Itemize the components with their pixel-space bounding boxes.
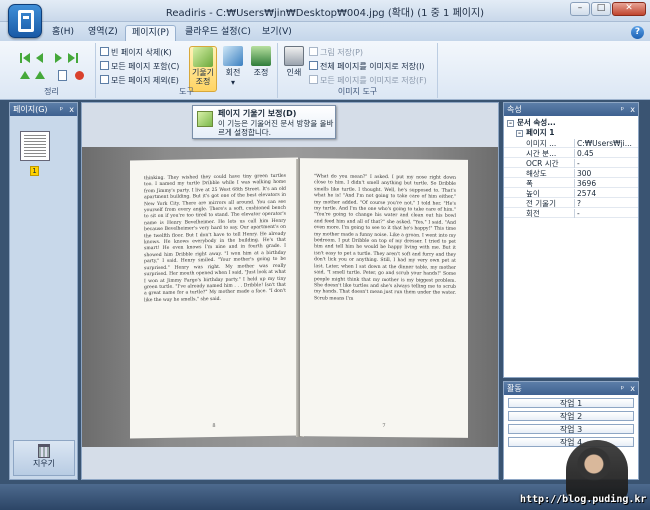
- images-save-icon: [309, 75, 318, 84]
- property-row[interactable]: 전 기울기?: [504, 199, 638, 208]
- page-exclude-icon: [100, 75, 109, 84]
- close-icon[interactable]: x: [630, 382, 635, 395]
- left-page: thinking. They wished they could have ti…: [130, 157, 298, 439]
- property-row[interactable]: 회전 -: [504, 209, 638, 218]
- left-page-text: thinking. They wished they could have ti…: [144, 173, 286, 303]
- maximize-button[interactable]: □: [591, 2, 611, 16]
- title-bar: Readiris - C:₩Users₩jin₩Desktop₩004.jpg …: [0, 0, 650, 22]
- last-page-icon[interactable]: [68, 53, 75, 63]
- readiris-logo-icon: [18, 10, 34, 32]
- tab-cloud-settings[interactable]: 클라우드 설정(C): [179, 25, 257, 41]
- group-label-image-tools: 이미지 도구: [337, 87, 378, 96]
- move-up-icon[interactable]: [20, 71, 30, 79]
- page-delete-icon: [100, 47, 109, 56]
- document-canvas[interactable]: thinking. They wished they could have ti…: [81, 102, 499, 480]
- close-icon[interactable]: x: [630, 103, 635, 116]
- tab-zone[interactable]: 영역(Z): [82, 25, 124, 41]
- blog-watermark: http://blog.puding.kr: [520, 494, 647, 505]
- save-all-pages-button[interactable]: 전체 페이지를 이미지로 저장(I): [309, 61, 425, 73]
- properties-panel-header: 속성 ᵖ x: [504, 103, 638, 116]
- group-label-nav: 정리: [44, 87, 59, 96]
- property-row[interactable]: 이미지 ... C:₩Users₩ji...: [504, 139, 638, 148]
- right-page: "What do you mean?" I asked. I put my no…: [300, 158, 468, 438]
- page-number-badge: 1: [30, 166, 39, 176]
- property-row[interactable]: OCR 시간 -: [504, 159, 638, 168]
- collapse-icon[interactable]: –: [516, 130, 523, 137]
- adjust-icon: [251, 46, 271, 66]
- deskew-icon: [193, 47, 213, 67]
- save-image-button[interactable]: 그림 저장(P): [309, 47, 363, 59]
- pages-panel: 페이지(G) ᵖ x 1 지우기: [9, 102, 78, 480]
- printer-icon: [284, 46, 304, 66]
- ribbon-group-image-tools: 인쇄 그림 저장(P) 전체 페이지를 이미지로 저장(I) 모든 페이지를 이…: [278, 43, 438, 98]
- tab-view[interactable]: 보기(V): [256, 25, 298, 41]
- page-icon[interactable]: [58, 70, 67, 81]
- page-thumbnail[interactable]: [20, 131, 50, 161]
- right-page-text: "What do you mean?" I asked. I put my no…: [314, 174, 456, 302]
- group-label-tools: 도구: [179, 87, 194, 96]
- first-page-icon[interactable]: [23, 53, 30, 63]
- photographer-avatar: [566, 440, 628, 500]
- deskew-icon: [197, 111, 213, 127]
- delete-page-button[interactable]: 지우기: [13, 440, 75, 476]
- property-row[interactable]: 폭 3696: [504, 179, 638, 188]
- help-icon[interactable]: ?: [631, 26, 644, 39]
- pin-icon[interactable]: ᵖ: [60, 103, 63, 116]
- pages-panel-header: 페이지(G) ᵖ x: [10, 103, 77, 116]
- left-page-number: 8: [212, 422, 216, 430]
- pin-icon[interactable]: ᵖ: [621, 382, 624, 395]
- ribbon: 정리 빈 페이지 삭제(K) 모든 페이지 포함(C) 모든 페이지 제외(E)…: [0, 41, 650, 100]
- close-icon[interactable]: x: [69, 103, 74, 116]
- tab-page[interactable]: 페이지(P): [125, 25, 177, 41]
- property-row[interactable]: 시간 분... 0.45: [504, 149, 638, 158]
- ribbon-tabs: 홈(H) 영역(Z) 페이지(P) 클라우드 설정(C) 보기(V) ?: [0, 22, 650, 41]
- scanned-image: thinking. They wished they could have ti…: [82, 147, 498, 447]
- close-button[interactable]: ✕: [612, 2, 646, 16]
- rotate-icon: [223, 46, 243, 66]
- pages-save-icon: [309, 61, 318, 70]
- previous-page-icon[interactable]: [36, 53, 43, 63]
- tooltip-description: 이 기능은 기울어진 문서 방향을 올바르게 설정합니다.: [218, 119, 334, 137]
- right-page-number: 7: [382, 422, 386, 430]
- pin-icon[interactable]: ᵖ: [621, 103, 624, 116]
- minimize-button[interactable]: –: [570, 2, 590, 16]
- open-book: thinking. They wished they could have ti…: [130, 157, 470, 439]
- activity-item[interactable]: 작업 2: [508, 411, 634, 421]
- properties-subcategory[interactable]: – 페이지 1: [516, 128, 650, 137]
- properties-panel: 속성 ᵖ x – 문서 속성... – 페이지 1 이미지 ... C:₩Users₩…: [503, 102, 639, 378]
- deskew-tooltip: 페이지 기울기 보정(D) 이 기능은 기울어진 문서 방향을 올바르게 설정합…: [192, 105, 336, 139]
- include-all-pages-button[interactable]: 모든 페이지 포함(C): [100, 61, 179, 73]
- tab-home[interactable]: 홈(H): [46, 25, 80, 41]
- delete-empty-pages-button[interactable]: 빈 페이지 삭제(K): [100, 47, 172, 59]
- app-menu-button[interactable]: [8, 4, 42, 38]
- ribbon-group-tools: 빈 페이지 삭제(K) 모든 페이지 포함(C) 모든 페이지 제외(E) 기울…: [96, 43, 278, 98]
- trash-icon: [38, 444, 50, 458]
- collapse-icon[interactable]: –: [507, 120, 514, 127]
- property-row[interactable]: 높이 2574: [504, 189, 638, 198]
- window-title: Readiris - C:₩Users₩jin₩Desktop₩004.jpg …: [165, 8, 485, 19]
- activity-item[interactable]: 작업 1: [508, 398, 634, 408]
- stop-icon[interactable]: [75, 71, 84, 80]
- activity-panel-header: 활동 ᵖ x: [504, 382, 638, 395]
- image-save-icon: [309, 47, 318, 56]
- ribbon-group-nav: 정리: [8, 43, 96, 98]
- property-row[interactable]: 해상도 300: [504, 169, 638, 178]
- tooltip-title: 페이지 기울기 보정(D): [218, 109, 297, 118]
- properties-category[interactable]: – 문서 속성...: [507, 118, 641, 127]
- move-top-icon[interactable]: [35, 71, 45, 79]
- next-page-icon[interactable]: [55, 53, 62, 63]
- activity-item[interactable]: 작업 3: [508, 424, 634, 434]
- page-include-icon: [100, 61, 109, 70]
